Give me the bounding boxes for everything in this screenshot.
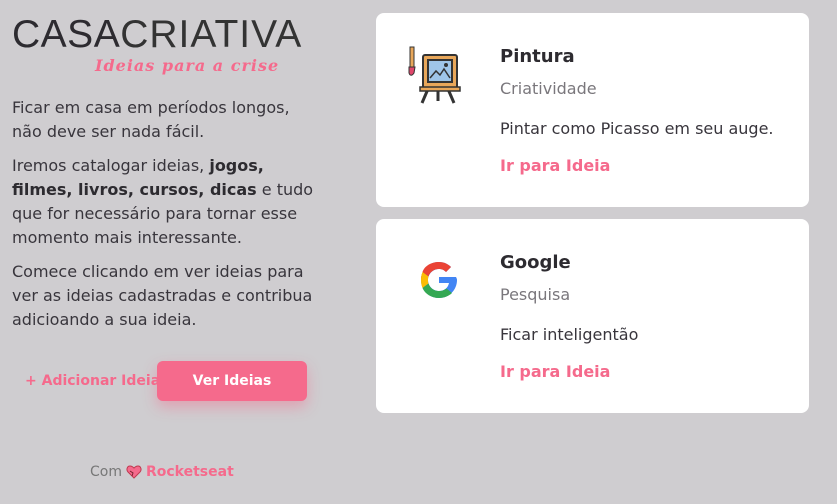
go-to-idea-link[interactable]: Ir para Ideia	[500, 362, 610, 381]
go-to-idea-link[interactable]: Ir para Ideia	[500, 156, 610, 175]
intro-paragraph-3: Comece clicando em ver ideias para ver a…	[12, 262, 313, 329]
idea-category: Criatividade	[500, 79, 597, 98]
idea-card: Google Pesquisa Ficar inteligentão Ir pa…	[376, 219, 809, 413]
idea-card: Pintura Criatividade Pintar como Picasso…	[376, 13, 809, 207]
footer-brand[interactable]: Rocketseat	[146, 464, 234, 480]
footer-with: Com	[90, 464, 122, 480]
heart-icon	[126, 465, 142, 479]
actions: + Adicionar Ideia Ver Ideias	[12, 360, 312, 402]
intro-p2-start: Iremos catalogar ideias,	[12, 156, 210, 175]
google-icon	[406, 247, 470, 311]
logo-casa: CASA	[12, 13, 121, 56]
see-ideas-button[interactable]: Ver Ideias	[157, 361, 307, 401]
footer: Com Rocketseat	[90, 464, 234, 480]
idea-category: Pesquisa	[500, 285, 571, 304]
painting-easel-icon	[406, 41, 470, 105]
intro-section: CASACRIATIVA Ideias para a crise Ficar e…	[12, 14, 317, 342]
logo: CASACRIATIVA Ideias para a crise	[12, 14, 317, 96]
logo-tagline: Ideias para a crise	[95, 56, 280, 75]
logo-wordmark: CASACRIATIVA	[12, 14, 317, 56]
idea-title: Pintura	[500, 46, 575, 67]
intro-paragraph-1: Ficar em casa em períodos longos, não de…	[12, 98, 290, 141]
add-idea-link[interactable]: + Adicionar Ideia	[25, 373, 160, 389]
logo-criativa: CRIATIVA	[120, 13, 303, 56]
idea-description: Pintar como Picasso em seu auge.	[500, 119, 774, 138]
idea-description: Ficar inteligentão	[500, 325, 639, 344]
intro-paragraph-2: Iremos catalogar ideias, jogos, filmes, …	[12, 154, 317, 250]
idea-title: Google	[500, 252, 571, 273]
